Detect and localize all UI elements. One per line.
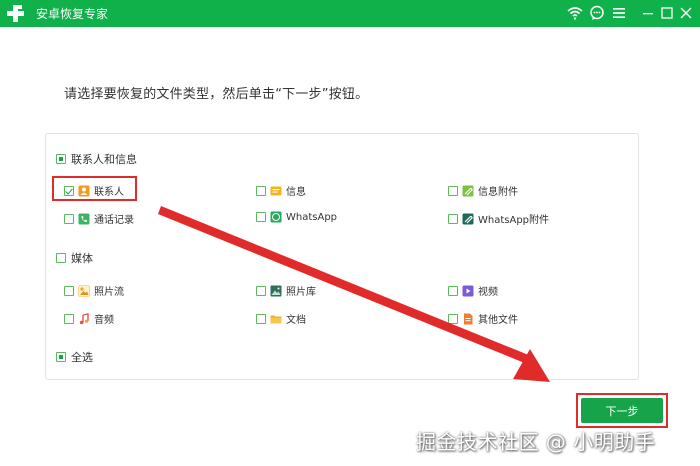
watermark-text: 掘金技术社区 @ 小明助手 <box>416 430 656 454</box>
next-button[interactable]: 下一步 <box>581 398 663 423</box>
